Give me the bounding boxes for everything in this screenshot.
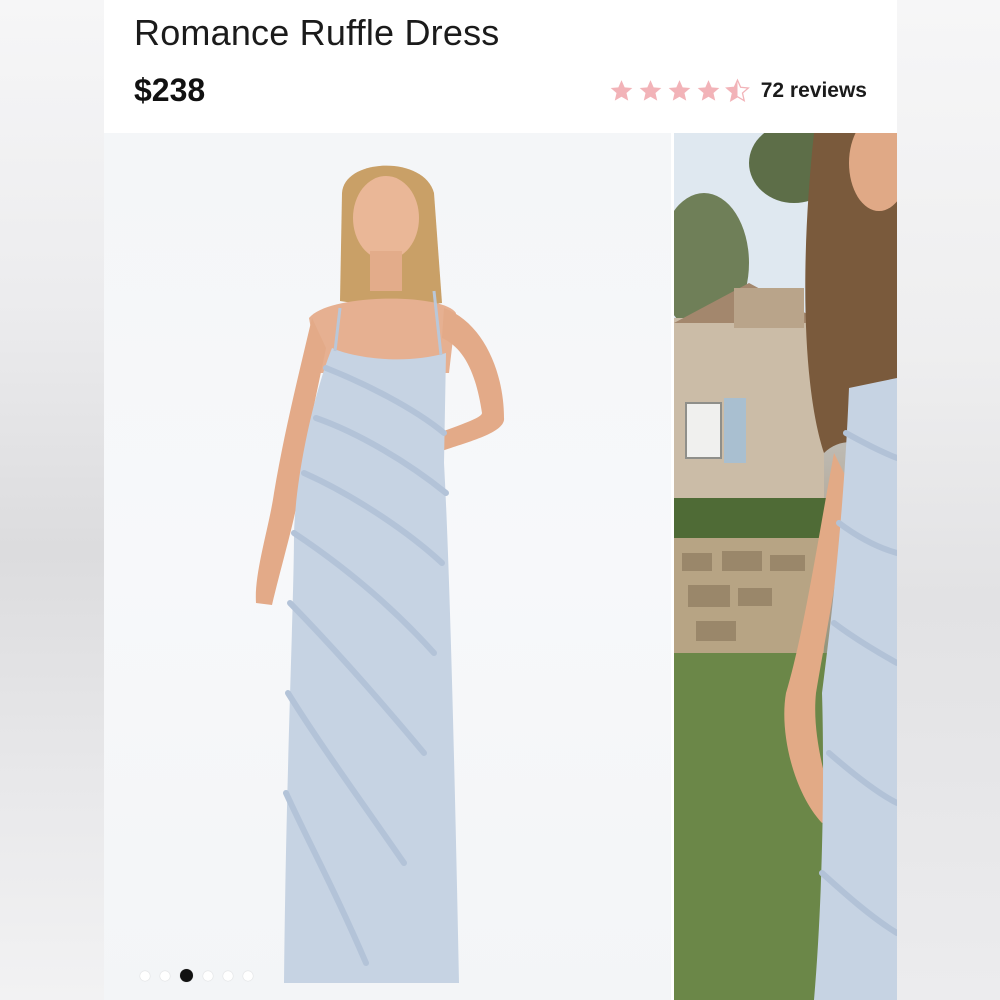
carousel-dot[interactable] [160, 970, 170, 981]
background-blur-right [896, 0, 1000, 1000]
model-photo-illustration [255, 165, 505, 983]
carousel-dot[interactable] [223, 970, 233, 981]
carousel-dot-active[interactable] [180, 969, 193, 982]
star-full-icon [639, 80, 662, 101]
carousel-dot[interactable] [243, 970, 253, 981]
product-image-carousel[interactable] [104, 133, 897, 1000]
rating-summary[interactable]: 72 reviews [608, 78, 867, 104]
star-rating [608, 78, 751, 104]
star-half-icon [724, 78, 750, 102]
product-price: $238 [134, 72, 206, 108]
carousel-dot[interactable] [203, 970, 213, 981]
background-blur-left [0, 0, 104, 1000]
carousel-dot[interactable] [140, 970, 150, 981]
product-title: Romance Ruffle Dress [134, 12, 500, 53]
star-full-icon [668, 80, 691, 101]
product-photo-studio[interactable] [104, 133, 671, 1000]
outdoor-photo-illustration [674, 133, 897, 1000]
product-photo-outdoor[interactable] [674, 133, 897, 1000]
star-full-icon [610, 80, 633, 101]
carousel-pagination[interactable] [140, 969, 253, 982]
star-full-icon [697, 80, 720, 101]
product-page: Romance Ruffle Dress $238 72 reviews [104, 0, 897, 1000]
reviews-link[interactable]: 72 reviews [761, 79, 867, 103]
product-header: Romance Ruffle Dress $238 72 reviews [104, 0, 897, 133]
